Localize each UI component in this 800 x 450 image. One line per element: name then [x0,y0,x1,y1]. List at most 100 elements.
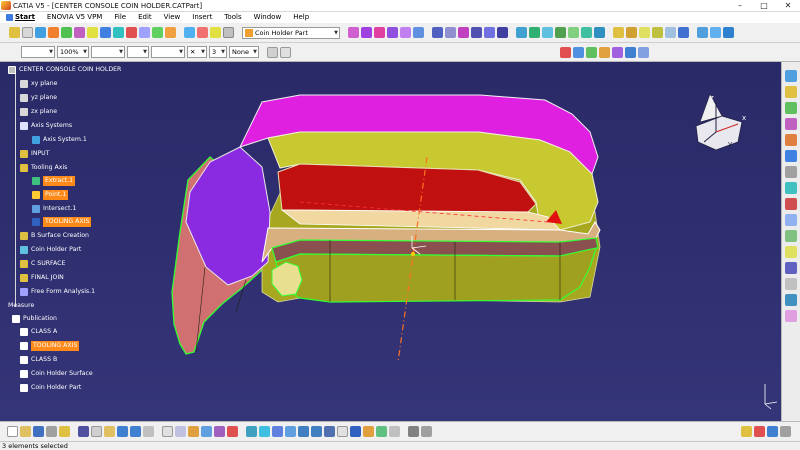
tree-node-axis-system-1[interactable]: Axis System.1 [32,135,87,145]
zoom-in-icon[interactable] [298,426,309,437]
tree-node-tooling-axis-line[interactable]: TOOLING AXIS [32,217,92,227]
catalog-icon[interactable] [188,426,199,437]
curve-icon[interactable] [165,27,176,38]
measure-tool-icon[interactable] [785,278,797,290]
join-icon[interactable] [61,27,72,38]
tree-node-pub-coin-holder-part[interactable]: Coin Holder Part [20,383,81,393]
shading-icon[interactable] [363,426,374,437]
layer-combo[interactable]: ▼ [91,46,125,58]
tree-node-zx-plane[interactable]: zx plane [20,107,57,117]
fill-tool-icon[interactable] [785,166,797,178]
tree-node-axis-systems[interactable]: Axis Systems [20,121,72,131]
menu-start[interactable]: Start [0,12,41,23]
update-icon[interactable] [560,46,571,58]
draft-tool-icon[interactable] [785,246,797,258]
corner-icon[interactable] [638,46,649,58]
inertia-icon[interactable] [586,46,597,58]
offset-icon[interactable] [87,27,98,38]
menu-help[interactable]: Help [287,12,315,23]
pattern-icon[interactable] [678,27,689,38]
line-tool-icon[interactable] [785,102,797,114]
tree-root[interactable]: CENTER CONSOLE COIN HOLDER [8,65,121,75]
sketcher-icon[interactable] [785,70,797,82]
spline-icon[interactable] [568,27,579,38]
count-combo[interactable]: 3 ▼ [209,46,227,58]
trim-icon[interactable] [139,27,150,38]
draft-icon[interactable] [210,27,221,38]
tree-node-class-a[interactable]: CLASS A [20,327,57,337]
split-tool-icon[interactable] [785,198,797,210]
remove-face-icon[interactable] [445,27,456,38]
weight-combo[interactable]: ▼ [151,46,185,58]
maximize-button[interactable]: □ [752,0,776,12]
tree-node-tooling-axis[interactable]: Tooling Axis [20,163,67,173]
measure-bottom-icon[interactable] [767,426,778,437]
rotate-view-icon[interactable] [285,426,296,437]
line-icon[interactable] [529,27,540,38]
curvature-tool-icon[interactable] [785,294,797,306]
menu-file[interactable]: File [108,12,132,23]
offset-tool-icon[interactable] [785,182,797,194]
point-icon[interactable] [35,27,46,38]
undo-icon[interactable] [117,426,128,437]
scaling-icon[interactable] [652,27,663,38]
extrude-icon[interactable] [74,27,85,38]
material-icon[interactable] [408,426,419,437]
highlight-tool-icon[interactable] [785,310,797,322]
join-tool-icon[interactable] [785,214,797,226]
fly-mode-icon[interactable] [246,426,257,437]
constraint-icon[interactable] [599,46,610,58]
thickness-icon[interactable] [432,27,443,38]
minimize-button[interactable]: – [728,0,752,12]
pan-icon[interactable] [272,426,283,437]
analysis-tool-icon[interactable] [785,262,797,274]
tree-node-input[interactable]: INPUT [20,149,50,159]
close-button[interactable]: ✕ [776,0,800,12]
formula-fx-icon[interactable] [162,426,173,437]
sphere-icon[interactable] [400,27,411,38]
color-combo[interactable]: ▼ [21,46,55,58]
affinity-icon[interactable] [665,27,676,38]
point-tool-icon[interactable] [785,86,797,98]
sketch-icon[interactable] [9,27,20,38]
helix-icon[interactable] [581,27,592,38]
connect-check-icon[interactable] [723,27,734,38]
loft-icon[interactable] [374,27,385,38]
properties-icon[interactable] [280,46,291,58]
tree-node-coin-holder-part[interactable]: Coin Holder Part [20,245,81,255]
redo-icon[interactable] [130,426,141,437]
swap-space-icon[interactable] [389,426,400,437]
design-table-icon[interactable] [214,426,225,437]
sew-surface-icon[interactable] [484,27,495,38]
split-icon[interactable] [126,27,137,38]
zoom-out-icon[interactable] [311,426,322,437]
open-file-icon[interactable] [20,426,31,437]
quick-select-icon[interactable] [59,426,70,437]
update-bottom-icon[interactable] [754,426,765,437]
tree-node-measure[interactable]: Measure [8,301,34,311]
thick-surface-icon[interactable] [471,27,482,38]
hide-show-icon[interactable] [376,426,387,437]
iso-view-icon[interactable] [350,426,361,437]
axis-system-icon[interactable] [516,27,527,38]
knowledge-icon[interactable] [175,426,186,437]
menu-view[interactable]: View [158,12,187,23]
connect-curve-icon[interactable] [555,27,566,38]
clear-button[interactable]: ✕ ▼ [187,46,207,58]
plane-tool-icon[interactable] [785,118,797,130]
tree-node-yz-plane[interactable]: yz plane [20,93,57,103]
sweep-tool-icon[interactable] [785,150,797,162]
menu-enovia[interactable]: ENOVIA V5 VPM [41,12,108,23]
menu-tools[interactable]: Tools [218,12,247,23]
painter-icon[interactable] [267,46,278,58]
fill-icon[interactable] [100,27,111,38]
analysis-icon[interactable] [697,27,708,38]
body-icon[interactable] [497,27,508,38]
project-icon[interactable] [594,27,605,38]
translate-icon[interactable] [613,27,624,38]
law-icon[interactable] [201,426,212,437]
circle-icon[interactable] [625,46,636,58]
paste-icon[interactable] [104,426,115,437]
revolve-icon[interactable] [387,27,398,38]
tree-node-c-surface[interactable]: C SURFACE [20,259,65,269]
